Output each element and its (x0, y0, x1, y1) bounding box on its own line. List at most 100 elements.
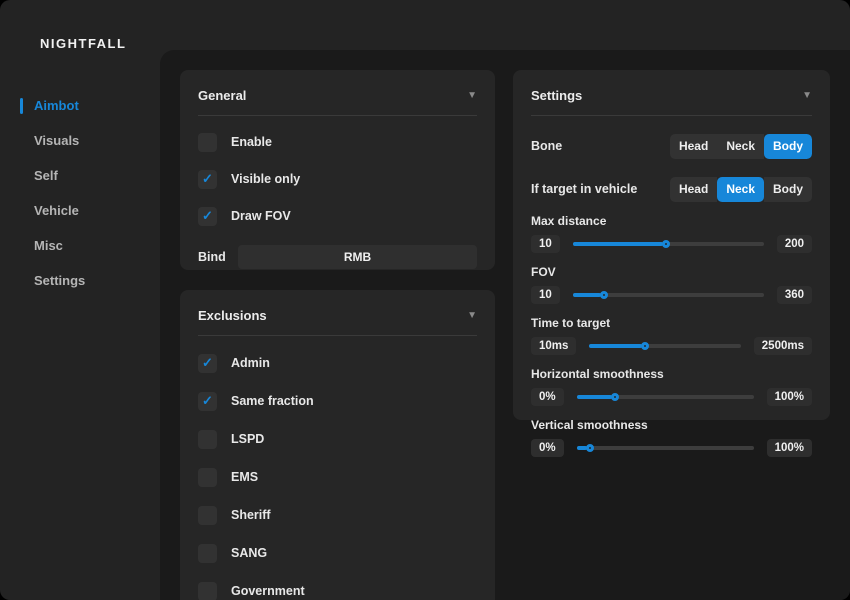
checkbox-row-same-fraction: ✓ Same fraction (198, 390, 477, 412)
chevron-down-icon[interactable]: ▼ (802, 90, 812, 101)
vehicle-target-label: If target in vehicle (531, 182, 637, 196)
slider-max-value: 100% (767, 439, 812, 457)
slider-fill (573, 293, 602, 297)
checkbox-row-admin: ✓ Admin (198, 352, 477, 374)
checkbox-label: Same fraction (231, 394, 314, 408)
bind-key-button[interactable]: RMB (238, 245, 477, 269)
checkbox-row-draw-fov: ✓ Draw FOV (198, 205, 477, 227)
slider-fill (577, 446, 588, 450)
same-fraction-checkbox[interactable]: ✓ (198, 392, 217, 411)
slider-thumb[interactable] (662, 240, 670, 248)
sidebar-item-label: Settings (34, 273, 85, 288)
sidebar-item-label: Misc (34, 238, 63, 253)
sheriff-checkbox[interactable]: ✓ (198, 506, 217, 525)
checkbox-row-enable: ✓ Enable (198, 131, 477, 153)
horizontal-smoothness-slider[interactable] (577, 395, 754, 399)
sidebar-item-label: Visuals (34, 133, 79, 148)
draw-fov-checkbox[interactable]: ✓ (198, 207, 217, 226)
vehicle-target-option-head[interactable]: Head (670, 177, 717, 202)
checkbox-label: Sheriff (231, 508, 271, 522)
app-title: NIGHTFALL (40, 36, 126, 51)
slider-min-value: 10ms (531, 337, 576, 355)
checkbox-label: Enable (231, 135, 272, 149)
max-distance-slider-group: Max distance 10 200 (531, 214, 812, 253)
main-content: General ▼ ✓ Enable ✓ Visible only ✓ Draw… (160, 50, 850, 600)
slider-thumb[interactable] (586, 444, 594, 452)
ems-checkbox[interactable]: ✓ (198, 468, 217, 487)
slider-max-value: 360 (777, 286, 812, 304)
checkbox-label: EMS (231, 470, 258, 484)
checkbox-row-lspd: ✓ LSPD (198, 428, 477, 450)
bone-option-neck[interactable]: Neck (717, 134, 764, 159)
slider-thumb[interactable] (600, 291, 608, 299)
checkbox-row-sheriff: ✓ Sheriff (198, 504, 477, 526)
bone-label: Bone (531, 139, 562, 153)
checkbox-row-government: ✓ Government (198, 580, 477, 600)
slider-label: Horizontal smoothness (531, 367, 812, 381)
fov-slider[interactable] (573, 293, 764, 297)
slider-min-value: 10 (531, 286, 560, 304)
checkbox-row-visible-only: ✓ Visible only (198, 168, 477, 190)
exclusions-panel-header[interactable]: Exclusions ▼ (198, 306, 477, 336)
bone-option-body[interactable]: Body (764, 134, 812, 159)
checkbox-label: Government (231, 584, 305, 598)
horizontal-smoothness-slider-group: Horizontal smoothness 0% 100% (531, 367, 812, 406)
sang-checkbox[interactable]: ✓ (198, 544, 217, 563)
check-icon: ✓ (202, 208, 213, 224)
vehicle-target-segmented-control: Head Neck Body (670, 177, 812, 202)
checkbox-label: Visible only (231, 172, 300, 186)
bone-option-head[interactable]: Head (670, 134, 717, 159)
slider-fill (573, 242, 663, 246)
admin-checkbox[interactable]: ✓ (198, 354, 217, 373)
settings-panel-header[interactable]: Settings ▼ (531, 86, 812, 116)
checkbox-label: Admin (231, 356, 270, 370)
check-icon: ✓ (202, 393, 213, 409)
sidebar-item-vehicle[interactable]: Vehicle (0, 193, 160, 228)
general-panel-header[interactable]: General ▼ (198, 86, 477, 116)
lspd-checkbox[interactable]: ✓ (198, 430, 217, 449)
nightfall-window: NIGHTFALL Aimbot Visuals Self Vehicle Mi… (0, 0, 850, 600)
checkbox-row-ems: ✓ EMS (198, 466, 477, 488)
sidebar-item-misc[interactable]: Misc (0, 228, 160, 263)
slider-label: Time to target (531, 316, 812, 330)
bind-label: Bind (198, 250, 238, 264)
slider-min-value: 0% (531, 388, 564, 406)
visible-only-checkbox[interactable]: ✓ (198, 170, 217, 189)
bone-segmented-control: Head Neck Body (670, 134, 812, 159)
enable-checkbox[interactable]: ✓ (198, 133, 217, 152)
slider-max-value: 100% (767, 388, 812, 406)
slider-label: FOV (531, 265, 812, 279)
vertical-smoothness-slider[interactable] (577, 446, 754, 450)
sidebar-item-settings[interactable]: Settings (0, 263, 160, 298)
chevron-down-icon[interactable]: ▼ (467, 90, 477, 101)
sidebar: Aimbot Visuals Self Vehicle Misc Setting… (0, 88, 160, 298)
sidebar-item-self[interactable]: Self (0, 158, 160, 193)
panel-title: General (198, 88, 246, 103)
slider-fill (589, 344, 642, 348)
checkbox-label: SANG (231, 546, 267, 560)
active-indicator (20, 98, 23, 114)
sidebar-item-aimbot[interactable]: Aimbot (0, 88, 160, 123)
vehicle-target-option-body[interactable]: Body (764, 177, 812, 202)
panel-title: Settings (531, 88, 582, 103)
slider-label: Vertical smoothness (531, 418, 812, 432)
slider-thumb[interactable] (611, 393, 619, 401)
chevron-down-icon[interactable]: ▼ (467, 310, 477, 321)
settings-panel: Settings ▼ Bone Head Neck Body If target… (513, 70, 830, 420)
slider-label: Max distance (531, 214, 812, 228)
slider-thumb[interactable] (641, 342, 649, 350)
slider-min-value: 0% (531, 439, 564, 457)
vehicle-target-option-neck[interactable]: Neck (717, 177, 764, 202)
time-to-target-slider[interactable] (589, 344, 740, 348)
slider-fill (577, 395, 612, 399)
sidebar-item-visuals[interactable]: Visuals (0, 123, 160, 158)
time-to-target-slider-group: Time to target 10ms 2500ms (531, 316, 812, 355)
vertical-smoothness-slider-group: Vertical smoothness 0% 100% (531, 418, 812, 457)
check-icon: ✓ (202, 171, 213, 187)
checkbox-label: LSPD (231, 432, 264, 446)
bone-row: Bone Head Neck Body (531, 133, 812, 159)
government-checkbox[interactable]: ✓ (198, 582, 217, 600)
max-distance-slider[interactable] (573, 242, 764, 246)
sidebar-item-label: Self (34, 168, 58, 183)
sidebar-item-label: Aimbot (34, 98, 79, 113)
